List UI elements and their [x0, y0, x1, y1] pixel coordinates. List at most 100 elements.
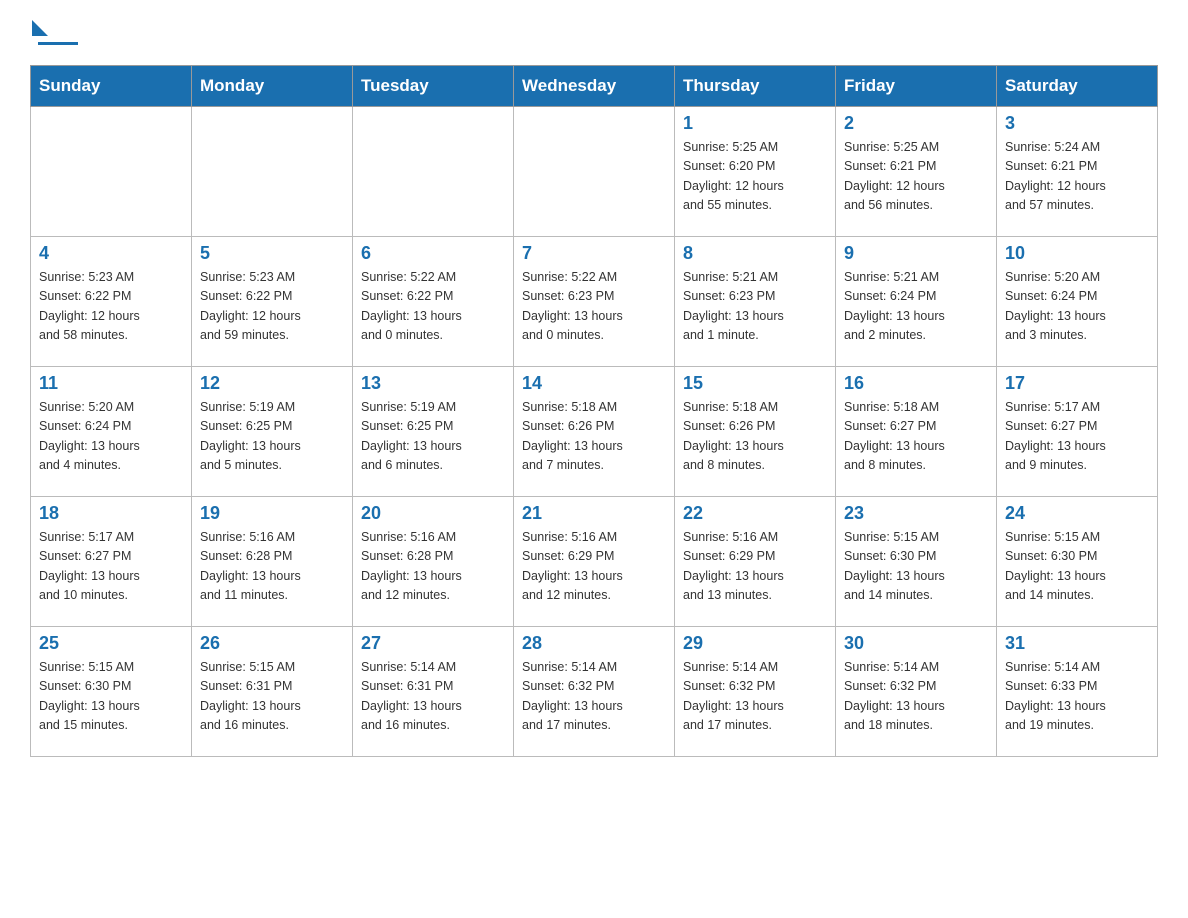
- calendar-cell: 11 Sunrise: 5:20 AM Sunset: 6:24 PM Dayli…: [31, 367, 192, 497]
- calendar-cell: 9 Sunrise: 5:21 AM Sunset: 6:24 PM Daylig…: [836, 237, 997, 367]
- calendar-cell: 19 Sunrise: 5:16 AM Sunset: 6:28 PM Dayli…: [192, 497, 353, 627]
- calendar-cell: 22 Sunrise: 5:16 AM Sunset: 6:29 PM Dayli…: [675, 497, 836, 627]
- day-info: Sunrise: 5:15 AM Sunset: 6:30 PM Dayligh…: [1005, 528, 1149, 606]
- day-info: Sunrise: 5:14 AM Sunset: 6:32 PM Dayligh…: [844, 658, 988, 736]
- calendar-cell: 8Sunrise: 5:21 AM Sunset: 6:23 PM Daylig…: [675, 237, 836, 367]
- calendar-cell: 28 Sunrise: 5:14 AM Sunset: 6:32 PM Dayli…: [514, 627, 675, 757]
- day-info: Sunrise: 5:19 AM Sunset: 6:25 PM Dayligh…: [200, 398, 344, 476]
- calendar-table: SundayMondayTuesdayWednesdayThursdayFrid…: [30, 65, 1158, 757]
- day-number: 10: [1005, 243, 1149, 264]
- day-number: 27: [361, 633, 505, 654]
- day-info: Sunrise: 5:16 AM Sunset: 6:29 PM Dayligh…: [683, 528, 827, 606]
- logo-line-left: [38, 42, 78, 45]
- calendar-cell: 25 Sunrise: 5:15 AM Sunset: 6:30 PM Dayli…: [31, 627, 192, 757]
- calendar-cell: [353, 107, 514, 237]
- day-number: 2: [844, 113, 988, 134]
- day-info: Sunrise: 5:18 AM Sunset: 6:26 PM Dayligh…: [683, 398, 827, 476]
- day-number: 28: [522, 633, 666, 654]
- day-info: Sunrise: 5:21 AM Sunset: 6:24 PM Dayligh…: [844, 268, 988, 346]
- calendar-cell: 24 Sunrise: 5:15 AM Sunset: 6:30 PM Dayli…: [997, 497, 1158, 627]
- day-number: 4: [39, 243, 183, 264]
- calendar-week-row: 25 Sunrise: 5:15 AM Sunset: 6:30 PM Dayli…: [31, 627, 1158, 757]
- logo-arrow-icon: [32, 20, 48, 36]
- day-number: 18: [39, 503, 183, 524]
- day-info: Sunrise: 5:14 AM Sunset: 6:32 PM Dayligh…: [522, 658, 666, 736]
- calendar-cell: 17 Sunrise: 5:17 AM Sunset: 6:27 PM Dayli…: [997, 367, 1158, 497]
- day-number: 14: [522, 373, 666, 394]
- calendar-cell: 27Sunrise: 5:14 AM Sunset: 6:31 PM Dayli…: [353, 627, 514, 757]
- day-info: Sunrise: 5:14 AM Sunset: 6:32 PM Dayligh…: [683, 658, 827, 736]
- day-number: 13: [361, 373, 505, 394]
- calendar-cell: 26 Sunrise: 5:15 AM Sunset: 6:31 PM Dayli…: [192, 627, 353, 757]
- day-number: 11: [39, 373, 183, 394]
- day-info: Sunrise: 5:23 AM Sunset: 6:22 PM Dayligh…: [200, 268, 344, 346]
- day-number: 17: [1005, 373, 1149, 394]
- day-info: Sunrise: 5:24 AM Sunset: 6:21 PM Dayligh…: [1005, 138, 1149, 216]
- calendar-header-row: SundayMondayTuesdayWednesdayThursdayFrid…: [31, 66, 1158, 107]
- day-number: 25: [39, 633, 183, 654]
- calendar-col-tuesday: Tuesday: [353, 66, 514, 107]
- calendar-cell: 1 Sunrise: 5:25 AM Sunset: 6:20 PM Daylig…: [675, 107, 836, 237]
- calendar-week-row: 18 Sunrise: 5:17 AM Sunset: 6:27 PM Dayli…: [31, 497, 1158, 627]
- day-number: 21: [522, 503, 666, 524]
- day-number: 15: [683, 373, 827, 394]
- calendar-cell: 23 Sunrise: 5:15 AM Sunset: 6:30 PM Dayli…: [836, 497, 997, 627]
- calendar-week-row: 11 Sunrise: 5:20 AM Sunset: 6:24 PM Dayli…: [31, 367, 1158, 497]
- calendar-week-row: 4 Sunrise: 5:23 AM Sunset: 6:22 PM Daylig…: [31, 237, 1158, 367]
- calendar-cell: [192, 107, 353, 237]
- day-info: Sunrise: 5:16 AM Sunset: 6:29 PM Dayligh…: [522, 528, 666, 606]
- day-info: Sunrise: 5:17 AM Sunset: 6:27 PM Dayligh…: [1005, 398, 1149, 476]
- calendar-col-friday: Friday: [836, 66, 997, 107]
- day-number: 9: [844, 243, 988, 264]
- day-number: 29: [683, 633, 827, 654]
- day-info: Sunrise: 5:23 AM Sunset: 6:22 PM Dayligh…: [39, 268, 183, 346]
- day-info: Sunrise: 5:20 AM Sunset: 6:24 PM Dayligh…: [39, 398, 183, 476]
- day-info: Sunrise: 5:15 AM Sunset: 6:30 PM Dayligh…: [39, 658, 183, 736]
- day-number: 24: [1005, 503, 1149, 524]
- day-info: Sunrise: 5:25 AM Sunset: 6:20 PM Dayligh…: [683, 138, 827, 216]
- day-number: 5: [200, 243, 344, 264]
- calendar-col-monday: Monday: [192, 66, 353, 107]
- calendar-cell: 21 Sunrise: 5:16 AM Sunset: 6:29 PM Dayli…: [514, 497, 675, 627]
- calendar-cell: 18 Sunrise: 5:17 AM Sunset: 6:27 PM Dayli…: [31, 497, 192, 627]
- day-number: 1: [683, 113, 827, 134]
- calendar-cell: 3 Sunrise: 5:24 AM Sunset: 6:21 PM Daylig…: [997, 107, 1158, 237]
- day-info: Sunrise: 5:20 AM Sunset: 6:24 PM Dayligh…: [1005, 268, 1149, 346]
- calendar-cell: 31 Sunrise: 5:14 AM Sunset: 6:33 PM Dayli…: [997, 627, 1158, 757]
- calendar-cell: 30 Sunrise: 5:14 AM Sunset: 6:32 PM Dayli…: [836, 627, 997, 757]
- day-info: Sunrise: 5:22 AM Sunset: 6:23 PM Dayligh…: [522, 268, 666, 346]
- day-info: Sunrise: 5:22 AM Sunset: 6:22 PM Dayligh…: [361, 268, 505, 346]
- day-number: 22: [683, 503, 827, 524]
- day-number: 30: [844, 633, 988, 654]
- calendar-cell: [514, 107, 675, 237]
- day-number: 23: [844, 503, 988, 524]
- day-number: 19: [200, 503, 344, 524]
- day-info: Sunrise: 5:15 AM Sunset: 6:30 PM Dayligh…: [844, 528, 988, 606]
- day-info: Sunrise: 5:25 AM Sunset: 6:21 PM Dayligh…: [844, 138, 988, 216]
- calendar-cell: 2 Sunrise: 5:25 AM Sunset: 6:21 PM Daylig…: [836, 107, 997, 237]
- calendar-cell: 20Sunrise: 5:16 AM Sunset: 6:28 PM Dayli…: [353, 497, 514, 627]
- day-number: 3: [1005, 113, 1149, 134]
- day-info: Sunrise: 5:18 AM Sunset: 6:27 PM Dayligh…: [844, 398, 988, 476]
- calendar-col-thursday: Thursday: [675, 66, 836, 107]
- day-info: Sunrise: 5:15 AM Sunset: 6:31 PM Dayligh…: [200, 658, 344, 736]
- day-info: Sunrise: 5:14 AM Sunset: 6:33 PM Dayligh…: [1005, 658, 1149, 736]
- calendar-cell: [31, 107, 192, 237]
- day-info: Sunrise: 5:16 AM Sunset: 6:28 PM Dayligh…: [361, 528, 505, 606]
- calendar-cell: 16Sunrise: 5:18 AM Sunset: 6:27 PM Dayli…: [836, 367, 997, 497]
- calendar-week-row: 1 Sunrise: 5:25 AM Sunset: 6:20 PM Daylig…: [31, 107, 1158, 237]
- day-number: 31: [1005, 633, 1149, 654]
- day-number: 7: [522, 243, 666, 264]
- day-number: 12: [200, 373, 344, 394]
- day-info: Sunrise: 5:16 AM Sunset: 6:28 PM Dayligh…: [200, 528, 344, 606]
- day-number: 26: [200, 633, 344, 654]
- day-info: Sunrise: 5:19 AM Sunset: 6:25 PM Dayligh…: [361, 398, 505, 476]
- calendar-cell: 13 Sunrise: 5:19 AM Sunset: 6:25 PM Dayli…: [353, 367, 514, 497]
- page-header: [30, 20, 1158, 45]
- calendar-cell: 4 Sunrise: 5:23 AM Sunset: 6:22 PM Daylig…: [31, 237, 192, 367]
- calendar-cell: 29 Sunrise: 5:14 AM Sunset: 6:32 PM Dayli…: [675, 627, 836, 757]
- day-info: Sunrise: 5:17 AM Sunset: 6:27 PM Dayligh…: [39, 528, 183, 606]
- calendar-cell: 12 Sunrise: 5:19 AM Sunset: 6:25 PM Dayli…: [192, 367, 353, 497]
- calendar-cell: 7 Sunrise: 5:22 AM Sunset: 6:23 PM Daylig…: [514, 237, 675, 367]
- calendar-cell: 10 Sunrise: 5:20 AM Sunset: 6:24 PM Dayli…: [997, 237, 1158, 367]
